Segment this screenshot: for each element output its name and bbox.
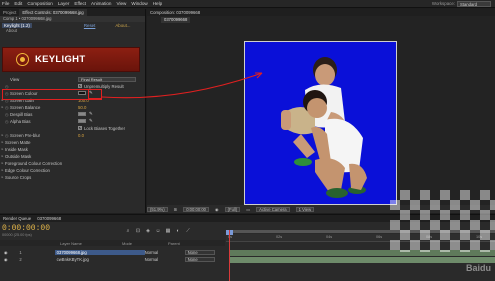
camera-select[interactable]: Active Camera	[256, 206, 290, 212]
col-layer-name[interactable]: Layer Name	[60, 241, 122, 246]
comp-mini-flowchart-icon[interactable]: ⊡	[134, 228, 142, 234]
current-time-indicator[interactable]	[229, 230, 230, 281]
graph-editor-icon[interactable]: ⟋	[184, 228, 192, 234]
ruler-tick: 02s	[276, 235, 283, 239]
view-layout-select[interactable]: 1 View	[295, 206, 315, 212]
mosaic-overlay	[390, 190, 495, 252]
resolution-select[interactable]: (Full)	[224, 206, 241, 212]
current-time[interactable]: 0:00:00:00	[183, 206, 209, 212]
ruler-tick: 06s	[376, 235, 383, 239]
layer-mode[interactable]: Normal	[145, 257, 165, 262]
layer-number: 2	[19, 256, 22, 262]
layer-name[interactable]: 0370099668.jpg	[54, 249, 145, 255]
layer-row[interactable]: ◉ 1 0370099668.jpg Normal None	[0, 249, 225, 255]
tab-timeline-comp[interactable]: 0370099668	[34, 216, 64, 221]
ruler-tick: 04s	[326, 235, 333, 239]
layer-parent[interactable]: None	[184, 249, 215, 255]
motion-blur-icon[interactable]: ◐	[174, 228, 182, 234]
zoom-select[interactable]: (51.9%)	[147, 206, 168, 212]
layer-number: 1	[19, 249, 22, 255]
timeline-columns-header: Layer Name Mode Parent	[0, 240, 225, 246]
frame-blending-icon[interactable]: ▦	[164, 228, 172, 234]
search-icon[interactable]: ⌕	[124, 228, 132, 234]
col-mode[interactable]: Mode	[122, 241, 168, 246]
region-icon[interactable]: ▭	[246, 207, 250, 212]
timeline-fps: 00000 (25.00 fps)	[2, 233, 32, 237]
shy-icon[interactable]: ☺	[154, 228, 162, 234]
draft-3d-icon[interactable]: ◈	[144, 228, 152, 234]
layer-parent[interactable]: None	[184, 256, 215, 262]
grid-icon[interactable]: ⊞	[174, 207, 178, 212]
layer-duration-bar[interactable]	[230, 257, 495, 263]
camera-icon[interactable]: ◉	[215, 207, 219, 212]
tab-render-queue[interactable]: Render Queue	[0, 216, 34, 221]
timeline-switches: ⌕ ⊡ ◈ ☺ ▦ ◐ ⟋	[124, 228, 194, 234]
layer-mode[interactable]: Normal	[145, 250, 165, 255]
col-parent[interactable]: Parent	[168, 241, 180, 246]
timeline-timecode[interactable]: 0:00:00:00	[2, 224, 50, 233]
layer-row[interactable]: ◉ 2 cwBnkKByTK.jpg Normal None	[0, 256, 225, 262]
layer-name[interactable]: cwBnkKByTK.jpg	[55, 257, 145, 262]
watermark: Baidu	[465, 263, 491, 273]
